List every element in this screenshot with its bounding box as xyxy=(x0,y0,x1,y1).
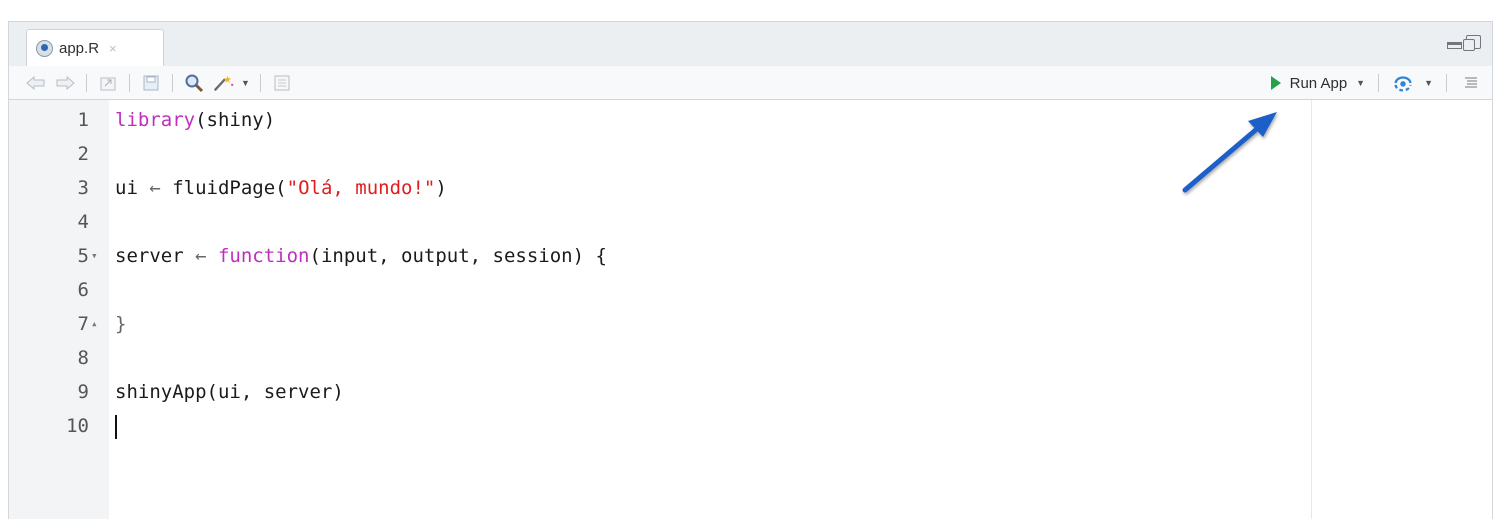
annotation-arrow xyxy=(1182,112,1277,193)
